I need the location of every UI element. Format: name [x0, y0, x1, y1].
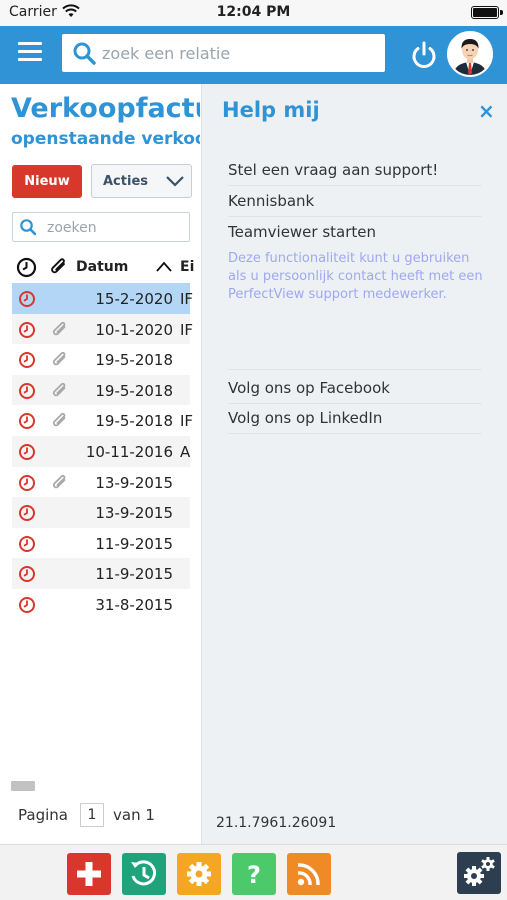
table-row[interactable]: 15-2-2020 IF [12, 283, 194, 314]
help-link-support[interactable]: Stel een vraag aan support! [228, 156, 482, 186]
list-search-input[interactable] [47, 217, 185, 239]
clock-time: 12:04 PM [216, 4, 291, 20]
actions-label: Acties [103, 174, 148, 189]
pager-total: van 1 [113, 806, 155, 824]
relation-search-input[interactable] [102, 40, 372, 66]
relation-search[interactable] [62, 34, 385, 72]
battery-icon [471, 6, 499, 19]
paperclip-icon [50, 350, 70, 374]
clock-icon [18, 596, 36, 618]
page-number-input[interactable]: 1 [80, 803, 104, 827]
row-extra: A [180, 442, 191, 461]
help-link-facebook[interactable]: Volg ons op Facebook [228, 374, 482, 404]
column-date[interactable]: Datum [76, 259, 128, 275]
table-row[interactable]: 31-8-2015 [12, 589, 190, 620]
table-row[interactable]: 13-9-2015 [12, 467, 190, 498]
clock-icon[interactable] [16, 257, 37, 282]
clock-icon [18, 382, 36, 404]
row-extra: IF [180, 290, 194, 308]
rss-icon[interactable] [287, 853, 331, 895]
row-extra: IF [180, 412, 194, 431]
top-bar [0, 26, 507, 84]
table-row[interactable]: 10-1-2020 IF [12, 313, 194, 345]
status-bar: Carrier 12:04 PM [0, 0, 507, 26]
plus-icon[interactable] [67, 853, 111, 895]
paperclip-icon [50, 381, 70, 405]
table-row[interactable]: 13-9-2015 [12, 497, 190, 528]
table-row[interactable]: 11-9-2015 [12, 558, 190, 589]
row-date: 13-9-2015 [95, 473, 173, 492]
table-header: Datum Ei [12, 256, 200, 280]
row-date: 10-11-2016 [85, 442, 173, 461]
row-date: 13-9-2015 [95, 504, 173, 523]
paperclip-icon [50, 320, 70, 344]
help-note: Deze functionaliteit kunt u gebruiken al… [228, 251, 483, 302]
row-date: 31-8-2015 [95, 595, 173, 614]
row-date: 11-9-2015 [95, 565, 173, 584]
help-link-linkedin[interactable]: Volg ons op LinkedIn [228, 404, 482, 434]
column-second[interactable]: Ei [180, 259, 194, 275]
paperclip-icon [50, 473, 70, 497]
clock-icon [18, 535, 36, 557]
paperclip-icon[interactable] [48, 256, 70, 282]
clock-icon [18, 290, 36, 312]
clock-icon [18, 351, 36, 373]
svg-text:?: ? [247, 861, 261, 889]
clock-icon [18, 412, 36, 434]
help-title: Help mij [222, 98, 320, 122]
table-row[interactable]: 11-9-2015 [12, 528, 190, 559]
divider [228, 369, 482, 370]
settings-gears-icon[interactable] [457, 852, 501, 894]
row-date: 10-1-2020 [95, 320, 173, 339]
gear-icon[interactable] [177, 853, 221, 895]
sort-up-icon[interactable] [155, 259, 173, 278]
help-link-teamviewer[interactable]: Teamviewer starten [228, 218, 482, 248]
chevron-down-icon [165, 174, 185, 192]
close-icon[interactable]: × [478, 99, 495, 123]
search-icon [72, 41, 96, 69]
clock-icon [18, 565, 36, 587]
table-row[interactable]: 19-5-2018 IF [12, 405, 194, 436]
page-title: Verkoopfactu [11, 93, 200, 124]
invoice-panel: Verkoopfactu openstaande verkoo Nieuw Ac… [0, 84, 200, 844]
row-extra: IF [180, 320, 194, 339]
pager-label: Pagina [18, 806, 68, 824]
page-subtitle: openstaande verkoo [11, 129, 200, 149]
help-link-kennisbank[interactable]: Kennisbank [228, 187, 482, 217]
new-button[interactable]: Nieuw [12, 165, 82, 198]
table-row[interactable]: 19-5-2018 [12, 374, 190, 406]
horizontal-scrollbar[interactable] [11, 781, 35, 791]
search-icon [19, 218, 37, 240]
power-icon[interactable] [409, 40, 439, 70]
clock-icon [18, 443, 36, 465]
row-date: 19-5-2018 [95, 412, 173, 431]
history-icon[interactable] [122, 853, 166, 895]
list-search[interactable] [12, 212, 190, 242]
actions-dropdown[interactable]: Acties [91, 164, 192, 198]
table-row[interactable]: 19-5-2018 [12, 344, 190, 375]
battery-tip [500, 10, 503, 15]
clock-icon [18, 474, 36, 496]
help-panel: Help mij × Stel een vraag aan support! K… [201, 84, 507, 844]
row-date: 15-2-2020 [95, 290, 173, 308]
table-row[interactable]: 10-11-2016 A [12, 435, 191, 467]
row-date: 19-5-2018 [95, 381, 173, 400]
bottom-toolbar: ? [0, 844, 507, 900]
help-icon[interactable]: ? [232, 853, 276, 895]
clock-icon [18, 504, 36, 526]
row-date: 19-5-2018 [95, 351, 173, 370]
paperclip-icon [50, 411, 70, 435]
row-date: 11-9-2015 [95, 534, 173, 553]
version-label: 21.1.7961.26091 [216, 815, 337, 831]
clock-icon [18, 321, 36, 343]
hamburger-icon[interactable] [18, 42, 42, 62]
avatar[interactable] [447, 31, 493, 77]
invoice-list: 15-2-2020 IF 10-1-2020 IF 19-5-2018 19-5-2018… [12, 283, 200, 620]
